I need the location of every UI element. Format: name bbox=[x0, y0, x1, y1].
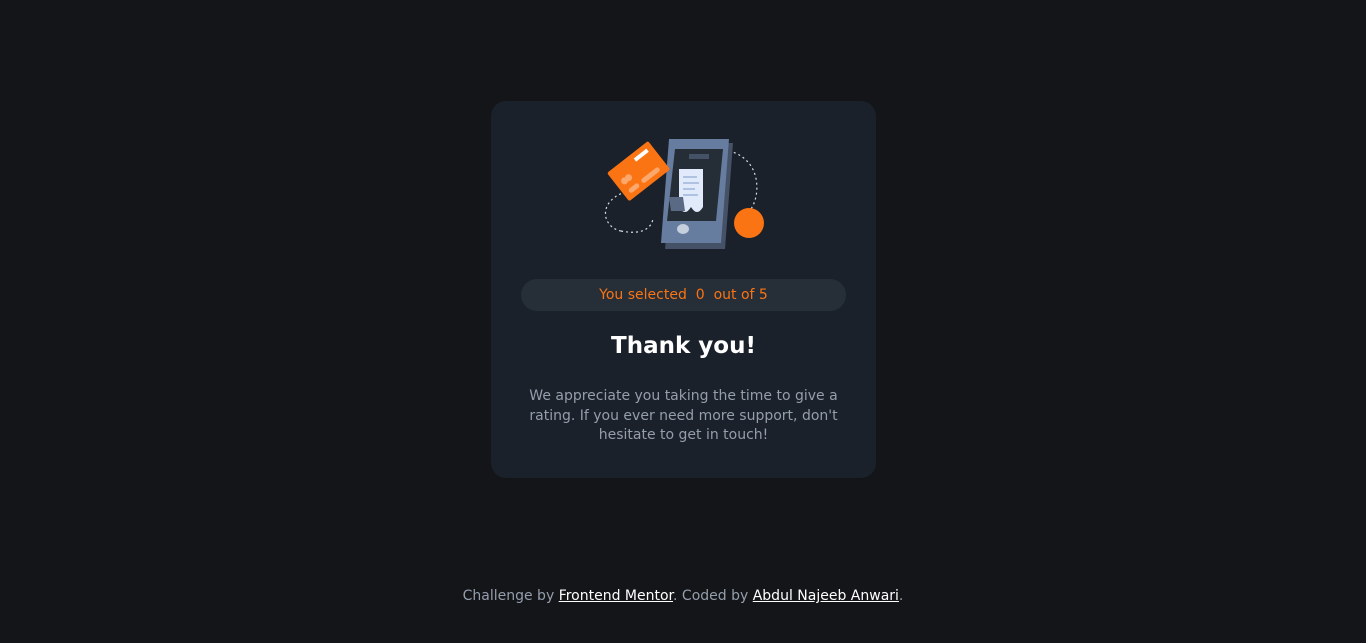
frontend-mentor-link[interactable]: Frontend Mentor bbox=[559, 588, 673, 604]
author-link[interactable]: Abdul Najeeb Anwari bbox=[753, 588, 899, 604]
payment-phone-illustration-icon bbox=[604, 139, 764, 249]
thank-you-message: We appreciate you taking the time to giv… bbox=[529, 388, 838, 444]
rating-result-prefix: You selected bbox=[599, 287, 687, 303]
attribution-suffix: . bbox=[898, 588, 904, 604]
rating-result-suffix: out of 5 bbox=[713, 287, 768, 303]
rating-result-badge: You selected 0 out of 5 bbox=[521, 279, 846, 311]
thank-you-card: You selected 0 out of 5 Thank you! We ap… bbox=[491, 101, 876, 478]
thank-you-title: Thank you! bbox=[611, 333, 756, 359]
attribution-prefix: Challenge by bbox=[462, 588, 555, 604]
rating-value: 0 bbox=[695, 287, 705, 303]
attribution-footer: Challenge by Frontend Mentor. Coded by A… bbox=[0, 588, 1366, 604]
attribution-middle: . Coded by bbox=[673, 588, 749, 604]
